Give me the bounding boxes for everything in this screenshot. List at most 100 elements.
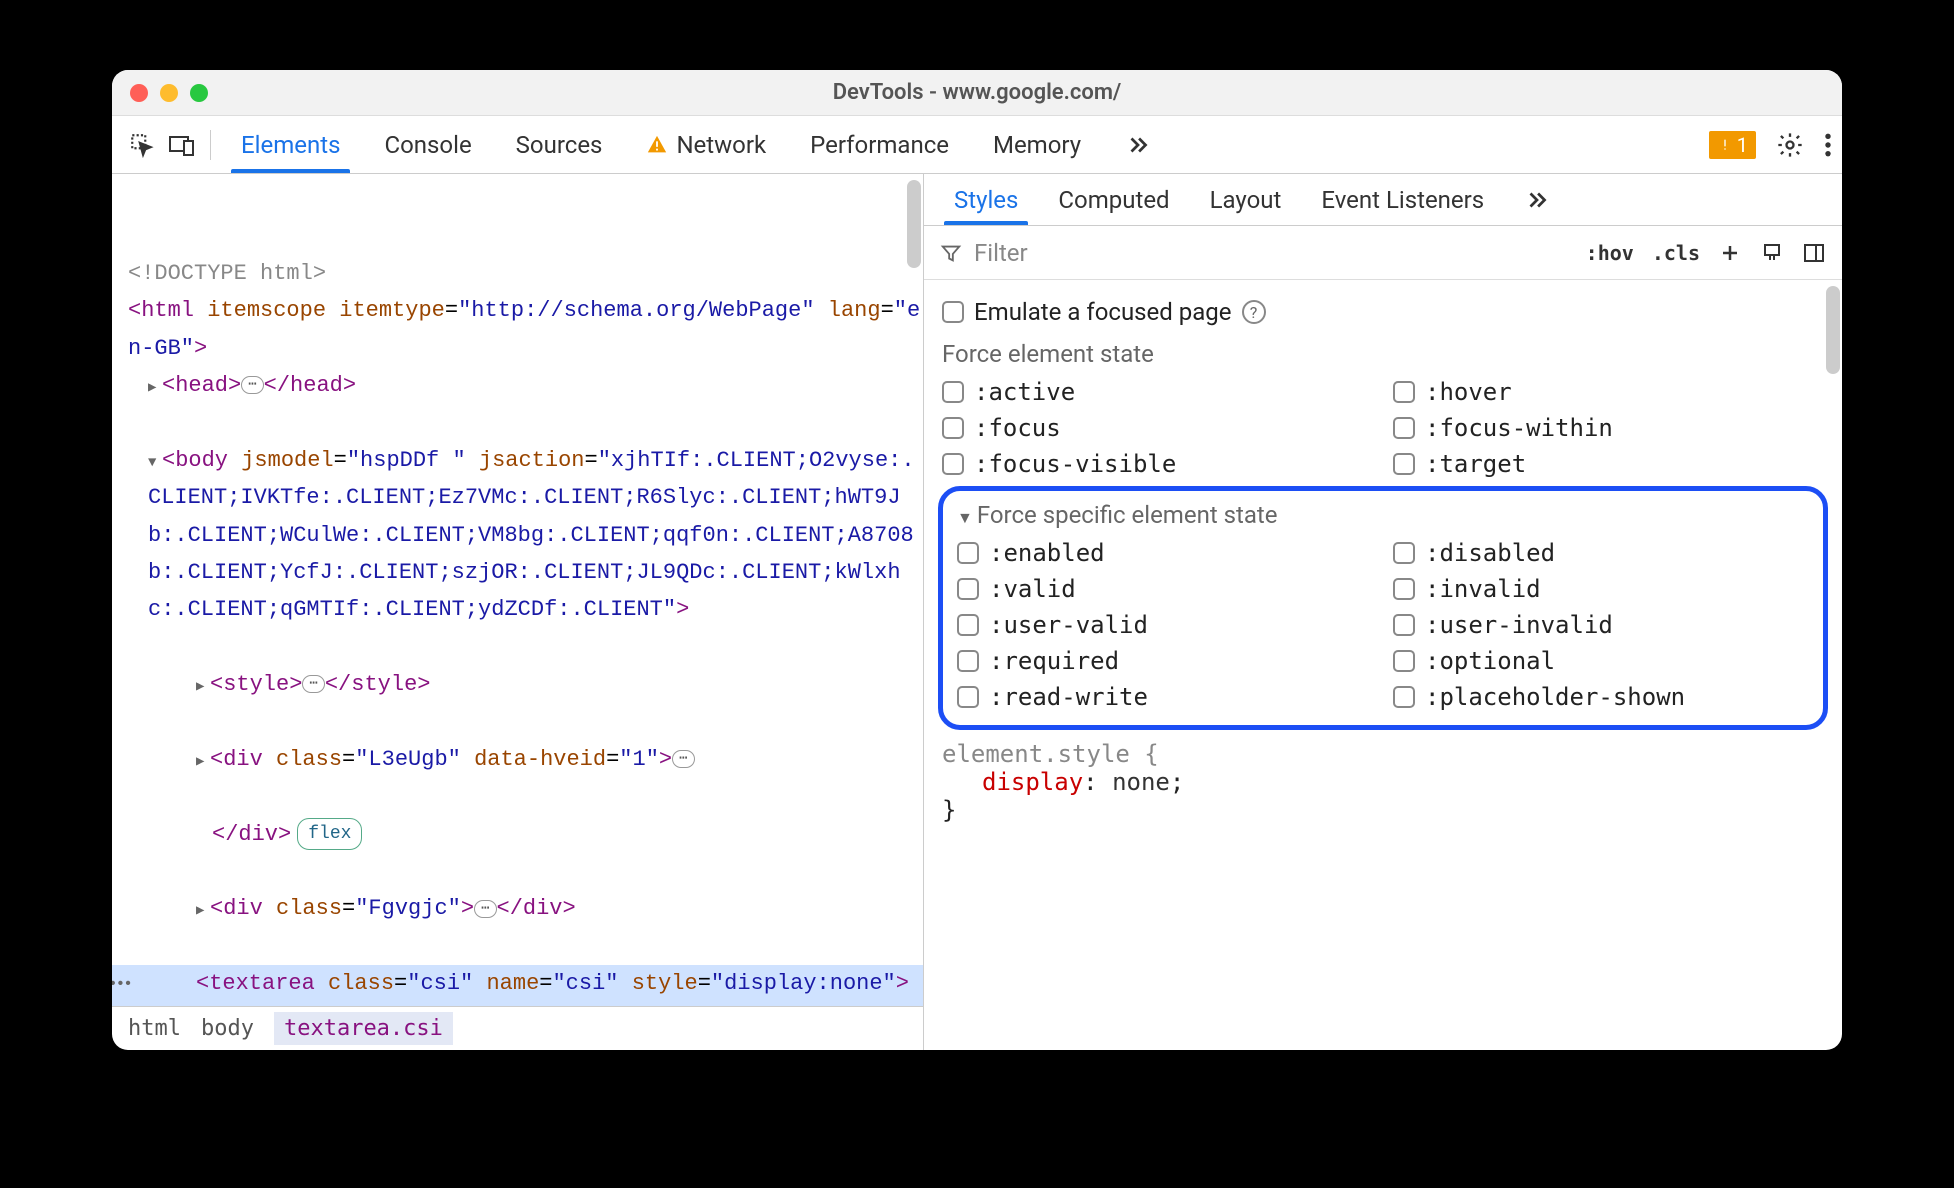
div-node[interactable]: ▶<div class="Fgvgjc">⋯</div> [128, 890, 923, 927]
scrollbar[interactable] [1826, 286, 1840, 374]
kebab-icon [1824, 132, 1832, 158]
checkbox[interactable] [942, 453, 964, 475]
badge-count: 1 [1737, 133, 1748, 157]
ellipsis-icon[interactable]: ⋯ [241, 376, 263, 394]
state-optional[interactable]: :optional [1393, 647, 1809, 675]
state-required[interactable]: :required [957, 647, 1373, 675]
filter-input[interactable]: Filter [940, 239, 1570, 267]
filter-bar: Filter :hov .cls [924, 226, 1842, 280]
checkbox[interactable] [1393, 686, 1415, 708]
checkbox[interactable] [1393, 650, 1415, 672]
div-node[interactable]: ▶<div class="L3eUgb" data-hveid="1">⋯ [128, 741, 923, 778]
checkbox[interactable] [942, 381, 964, 403]
rtab-styles[interactable]: Styles [934, 174, 1038, 225]
main-toolbar: Elements Console Sources Network Perform… [112, 116, 1842, 174]
settings-button[interactable] [1776, 131, 1804, 159]
checkbox[interactable] [1393, 614, 1415, 636]
chevron-double-right-icon [1524, 187, 1550, 213]
scrollbar[interactable] [907, 180, 921, 268]
tab-memory[interactable]: Memory [971, 116, 1103, 173]
div-close[interactable]: </div>flex [128, 816, 923, 853]
state-label: :focus [974, 414, 1061, 442]
cls-toggle[interactable]: .cls [1652, 241, 1700, 265]
selected-node[interactable]: <textarea class="csi" name="csi" style="… [112, 965, 923, 1006]
checkbox[interactable] [1393, 542, 1415, 564]
state-focus-within[interactable]: :focus-within [1393, 414, 1824, 442]
crumb-textarea[interactable]: textarea.csi [274, 1012, 453, 1045]
inspect-element-icon[interactable] [122, 125, 162, 165]
state-user-valid[interactable]: :user-valid [957, 611, 1373, 639]
device-toolbar-icon[interactable] [162, 125, 202, 165]
state-valid[interactable]: :valid [957, 575, 1373, 603]
checkbox[interactable] [1393, 578, 1415, 600]
specific-state-highlight: ▼Force specific element state :enabled :… [938, 486, 1828, 730]
state-label: :read-write [989, 683, 1148, 711]
dom-tree[interactable]: <!DOCTYPE html> <html itemscope itemtype… [112, 174, 923, 1006]
kebab-menu-button[interactable] [1824, 132, 1832, 158]
tab-label: Sources [516, 131, 603, 159]
checkbox[interactable] [1393, 381, 1415, 403]
tab-sources[interactable]: Sources [494, 116, 625, 173]
state-focus-visible[interactable]: :focus-visible [942, 450, 1373, 478]
state-placeholder-shown[interactable]: :placeholder-shown [1393, 683, 1809, 711]
checkbox[interactable] [957, 542, 979, 564]
state-enabled[interactable]: :enabled [957, 539, 1373, 567]
specific-state-grid: :enabled :disabled :valid :invalid :user… [957, 539, 1809, 711]
crumb-body[interactable]: body [201, 1016, 254, 1041]
force-state-grid: :active :hover :focus :focus-within :foc… [942, 378, 1824, 478]
hov-toggle[interactable]: :hov [1586, 241, 1634, 265]
rule-prop[interactable]: display [982, 768, 1083, 796]
gear-icon [1776, 131, 1804, 159]
rtab-event-listeners[interactable]: Event Listeners [1301, 174, 1504, 225]
more-tabs-button[interactable] [1103, 116, 1173, 173]
checkbox[interactable] [957, 614, 979, 636]
ellipsis-icon[interactable]: ⋯ [474, 900, 496, 918]
flex-badge[interactable]: flex [297, 818, 362, 851]
crumb-html[interactable]: html [128, 1016, 181, 1041]
tab-performance[interactable]: Performance [788, 116, 971, 173]
warning-icon [646, 134, 668, 156]
state-disabled[interactable]: :disabled [1393, 539, 1809, 567]
checkbox[interactable] [957, 650, 979, 672]
state-focus[interactable]: :focus [942, 414, 1373, 442]
element-style-rule[interactable]: element.style { display: none; } [942, 740, 1824, 824]
rtab-layout[interactable]: Layout [1190, 174, 1302, 225]
disclosure-triangle-icon[interactable]: ▼ [957, 508, 973, 527]
help-icon[interactable]: ? [1242, 300, 1266, 324]
specific-state-header[interactable]: ▼Force specific element state [957, 501, 1809, 529]
tab-console[interactable]: Console [362, 116, 493, 173]
checkbox[interactable] [957, 578, 979, 600]
checkbox[interactable] [957, 686, 979, 708]
rtab-computed[interactable]: Computed [1038, 174, 1189, 225]
issues-badge[interactable]: 1 [1709, 131, 1756, 159]
state-user-invalid[interactable]: :user-invalid [1393, 611, 1809, 639]
tab-label: Performance [810, 131, 949, 159]
toolbar-right: 1 [1709, 131, 1832, 159]
tab-network[interactable]: Network [624, 116, 788, 173]
state-read-write[interactable]: :read-write [957, 683, 1373, 711]
checkbox[interactable] [942, 417, 964, 439]
state-invalid[interactable]: :invalid [1393, 575, 1809, 603]
html-node[interactable]: <html itemscope itemtype="http://schema.… [128, 298, 920, 360]
state-label: :hover [1425, 378, 1512, 406]
state-label: :disabled [1425, 539, 1555, 567]
style-node[interactable]: ▶<style>⋯</style> [128, 666, 923, 703]
toggle-sidebar-button[interactable] [1802, 241, 1826, 265]
tab-elements[interactable]: Elements [219, 116, 362, 173]
body-node[interactable]: ▼<body jsmodel="hspDDf " jsaction="xjhTI… [128, 442, 923, 629]
doctype-node[interactable]: <!DOCTYPE html> [128, 261, 326, 286]
emulate-focused-checkbox[interactable] [942, 301, 964, 323]
computed-styles-button[interactable] [1760, 241, 1784, 265]
new-style-rule-button[interactable] [1718, 241, 1742, 265]
checkbox[interactable] [1393, 417, 1415, 439]
ellipsis-icon[interactable]: ⋯ [302, 675, 324, 693]
state-hover[interactable]: :hover [1393, 378, 1824, 406]
rule-val[interactable]: none [1112, 768, 1170, 796]
more-rtabs-button[interactable] [1504, 174, 1570, 225]
panel-tabs: Elements Console Sources Network Perform… [219, 116, 1173, 173]
state-target[interactable]: :target [1393, 450, 1824, 478]
state-active[interactable]: :active [942, 378, 1373, 406]
ellipsis-icon[interactable]: ⋯ [672, 750, 694, 768]
head-node[interactable]: ▶<head>⋯</head> [128, 367, 923, 404]
checkbox[interactable] [1393, 453, 1415, 475]
